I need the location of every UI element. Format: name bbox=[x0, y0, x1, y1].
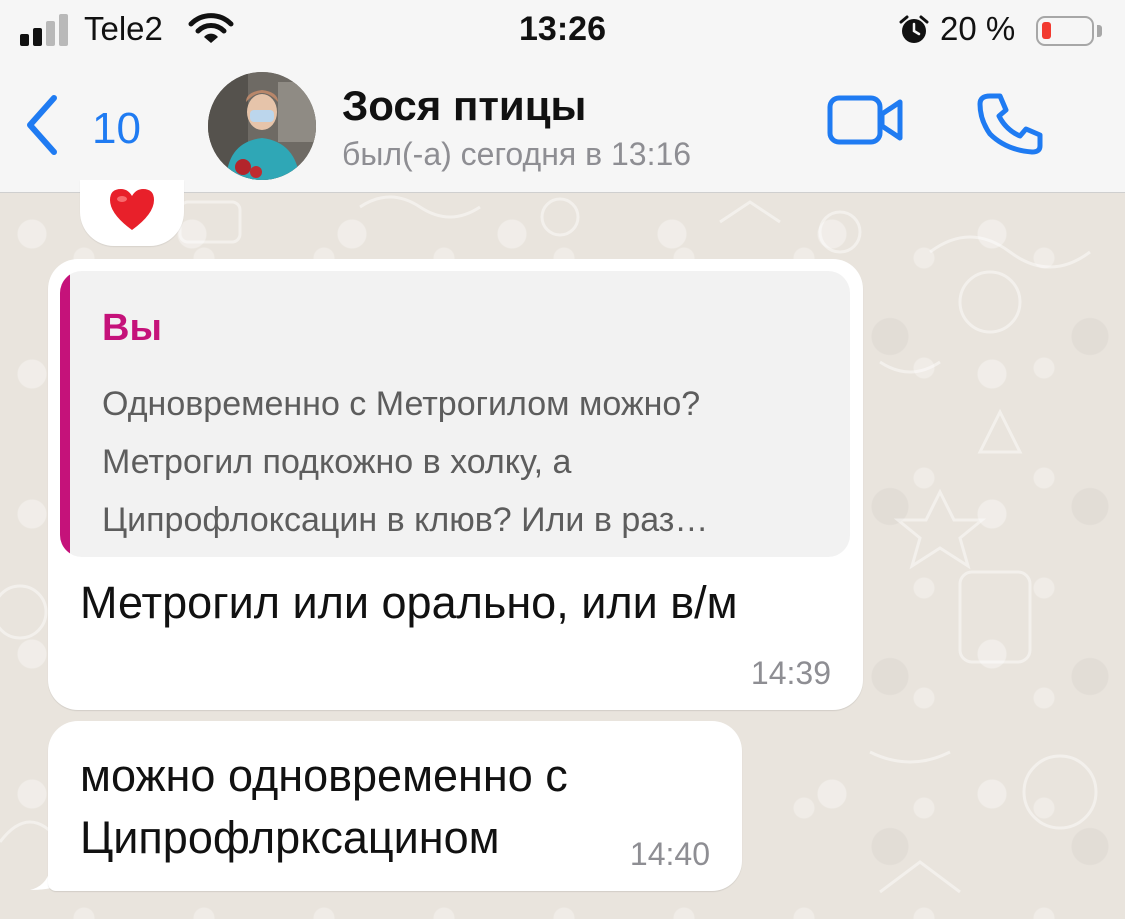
quote-text: Одновременно с Метрогилом можно? Метроги… bbox=[102, 385, 709, 539]
alarm-icon bbox=[899, 15, 929, 43]
quoted-message[interactable]: Вы Одновременно с Метрогилом можно? Метр… bbox=[60, 271, 850, 557]
heart-icon bbox=[110, 189, 154, 230]
voice-call-button[interactable] bbox=[976, 90, 1046, 156]
video-camera-icon bbox=[827, 95, 903, 145]
unread-count: 10 bbox=[92, 104, 141, 153]
battery-cap bbox=[1097, 25, 1102, 37]
quote-author: Вы bbox=[102, 307, 162, 349]
message-time: 14:39 bbox=[750, 655, 831, 691]
contact-photo bbox=[208, 72, 316, 180]
status-bar: Tele2 13:26 20 % bbox=[0, 0, 1125, 62]
message-bubble[interactable]: можно одновременно с Ципрофлрксацином 14… bbox=[48, 721, 742, 891]
message-reaction[interactable] bbox=[80, 180, 184, 246]
quote-accent-bar bbox=[60, 271, 70, 557]
avatar[interactable] bbox=[208, 72, 316, 180]
last-seen-status: был(-а) сегодня в 13:16 bbox=[342, 136, 692, 172]
contact-name[interactable]: Зося птицы bbox=[342, 82, 586, 130]
back-button[interactable]: 10 bbox=[24, 92, 164, 162]
message-text: можно одновременно с Ципрофлрксацином bbox=[80, 750, 568, 863]
message-text: Метрогил или орально, или в/м bbox=[80, 577, 738, 628]
battery-level-fill bbox=[1042, 22, 1051, 39]
video-call-button[interactable] bbox=[826, 92, 906, 148]
message-bubble[interactable]: Вы Одновременно с Метрогилом можно? Метр… bbox=[48, 259, 863, 710]
message-time: 14:40 bbox=[629, 836, 710, 872]
battery-icon bbox=[1036, 16, 1094, 46]
battery-percent: 20 % bbox=[940, 10, 1016, 47]
chat-header: 10 Зося птицы был(-а) сегодня в 13:16 bbox=[0, 62, 1125, 193]
phone-icon bbox=[977, 93, 1043, 155]
chevron-left-icon bbox=[27, 95, 57, 155]
